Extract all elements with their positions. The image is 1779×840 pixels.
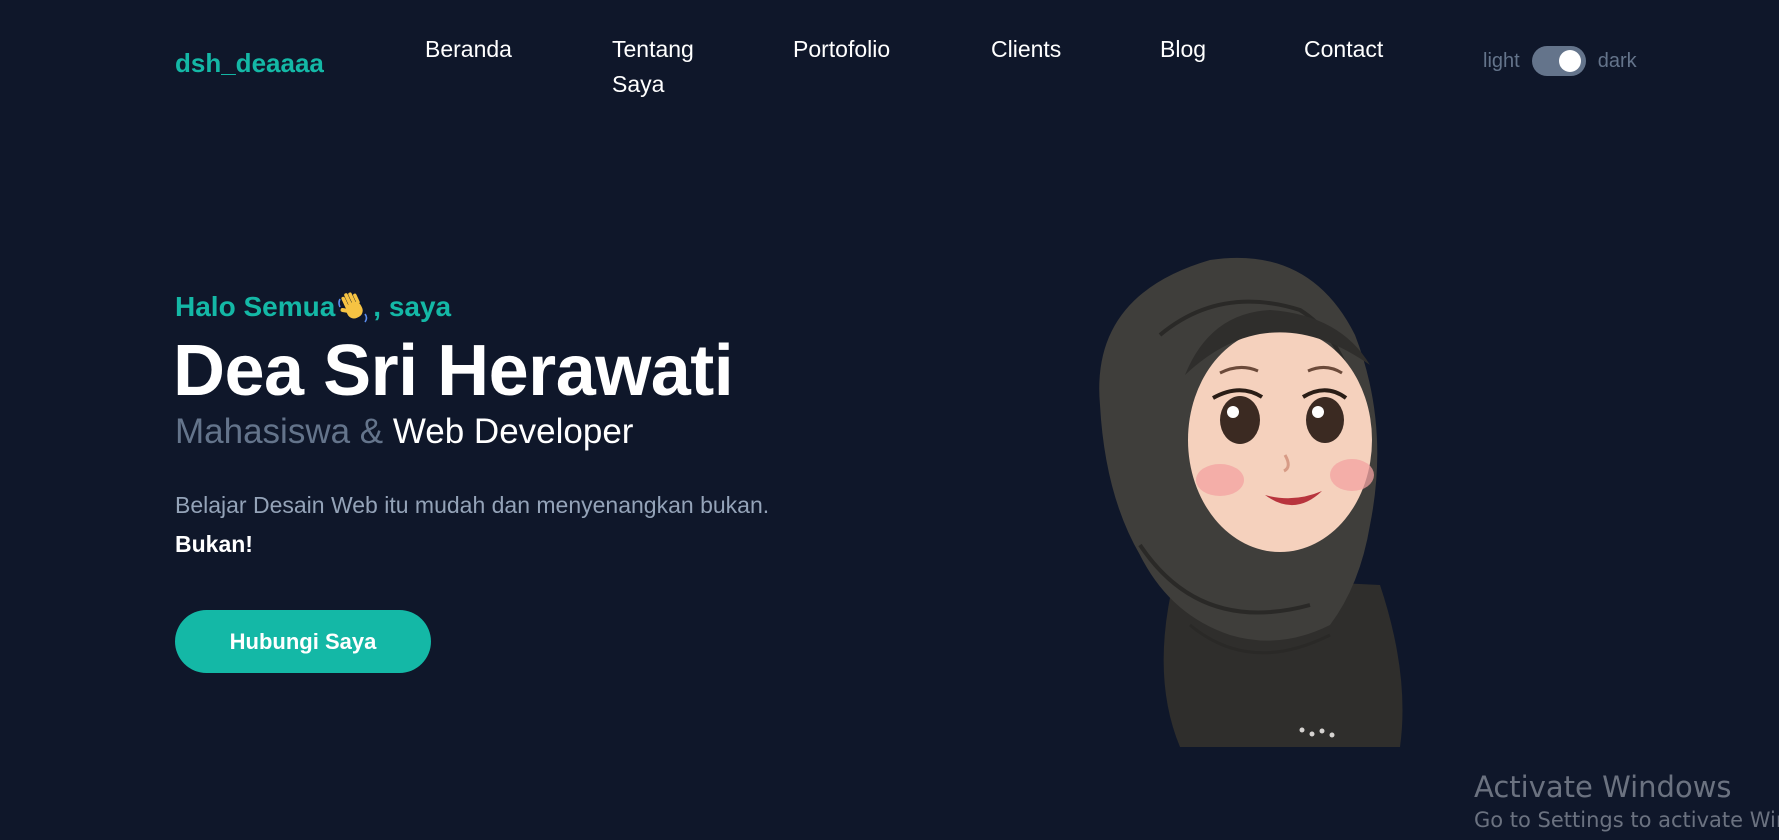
theme-switch-knob: [1558, 50, 1581, 72]
activate-windows-subtitle: Go to Settings to activate Windows.: [1474, 808, 1779, 832]
hero-description: Belajar Desain Web itu mudah dan menyena…: [175, 492, 770, 518]
role-accent: Web Developer: [392, 412, 634, 451]
nav-item-portofolio[interactable]: Portofolio: [793, 32, 890, 67]
contact-me-button[interactable]: Hubungi Saya: [175, 610, 431, 673]
nav-item-clients[interactable]: Clients: [991, 32, 1061, 67]
waving-hand-icon: [338, 292, 368, 323]
greeting-text: Halo Semua: [175, 291, 336, 322]
nav-item-tentang-saya[interactable]: Tentang Saya: [612, 32, 722, 102]
nav-item-blog[interactable]: Blog: [1160, 32, 1206, 67]
theme-switch[interactable]: [1531, 46, 1586, 76]
hero-name: Dea Sri Herawati: [173, 331, 734, 411]
theme-dark-label: dark: [1597, 49, 1637, 72]
avatar-illustration: [1099, 257, 1403, 747]
greeting-suffix: , saya: [373, 291, 452, 322]
hero-description-strong: Bukan!: [175, 531, 253, 557]
role-primary: Mahasiswa &: [175, 412, 384, 451]
activate-windows-title: Activate Windows: [1474, 770, 1732, 804]
page: dsh_deaaaa Beranda Tentang Saya Portofol…: [0, 0, 1779, 840]
hero-greeting: Halo Semua , saya: [175, 290, 451, 324]
theme-toggle: light dark: [1483, 46, 1637, 76]
hero-role: Mahasiswa & Web Developer: [175, 412, 633, 452]
nav-item-beranda[interactable]: Beranda: [425, 32, 512, 67]
nav-item-contact[interactable]: Contact: [1304, 32, 1383, 67]
theme-light-label: light: [1483, 49, 1520, 72]
site-logo[interactable]: dsh_deaaaa: [175, 48, 324, 79]
